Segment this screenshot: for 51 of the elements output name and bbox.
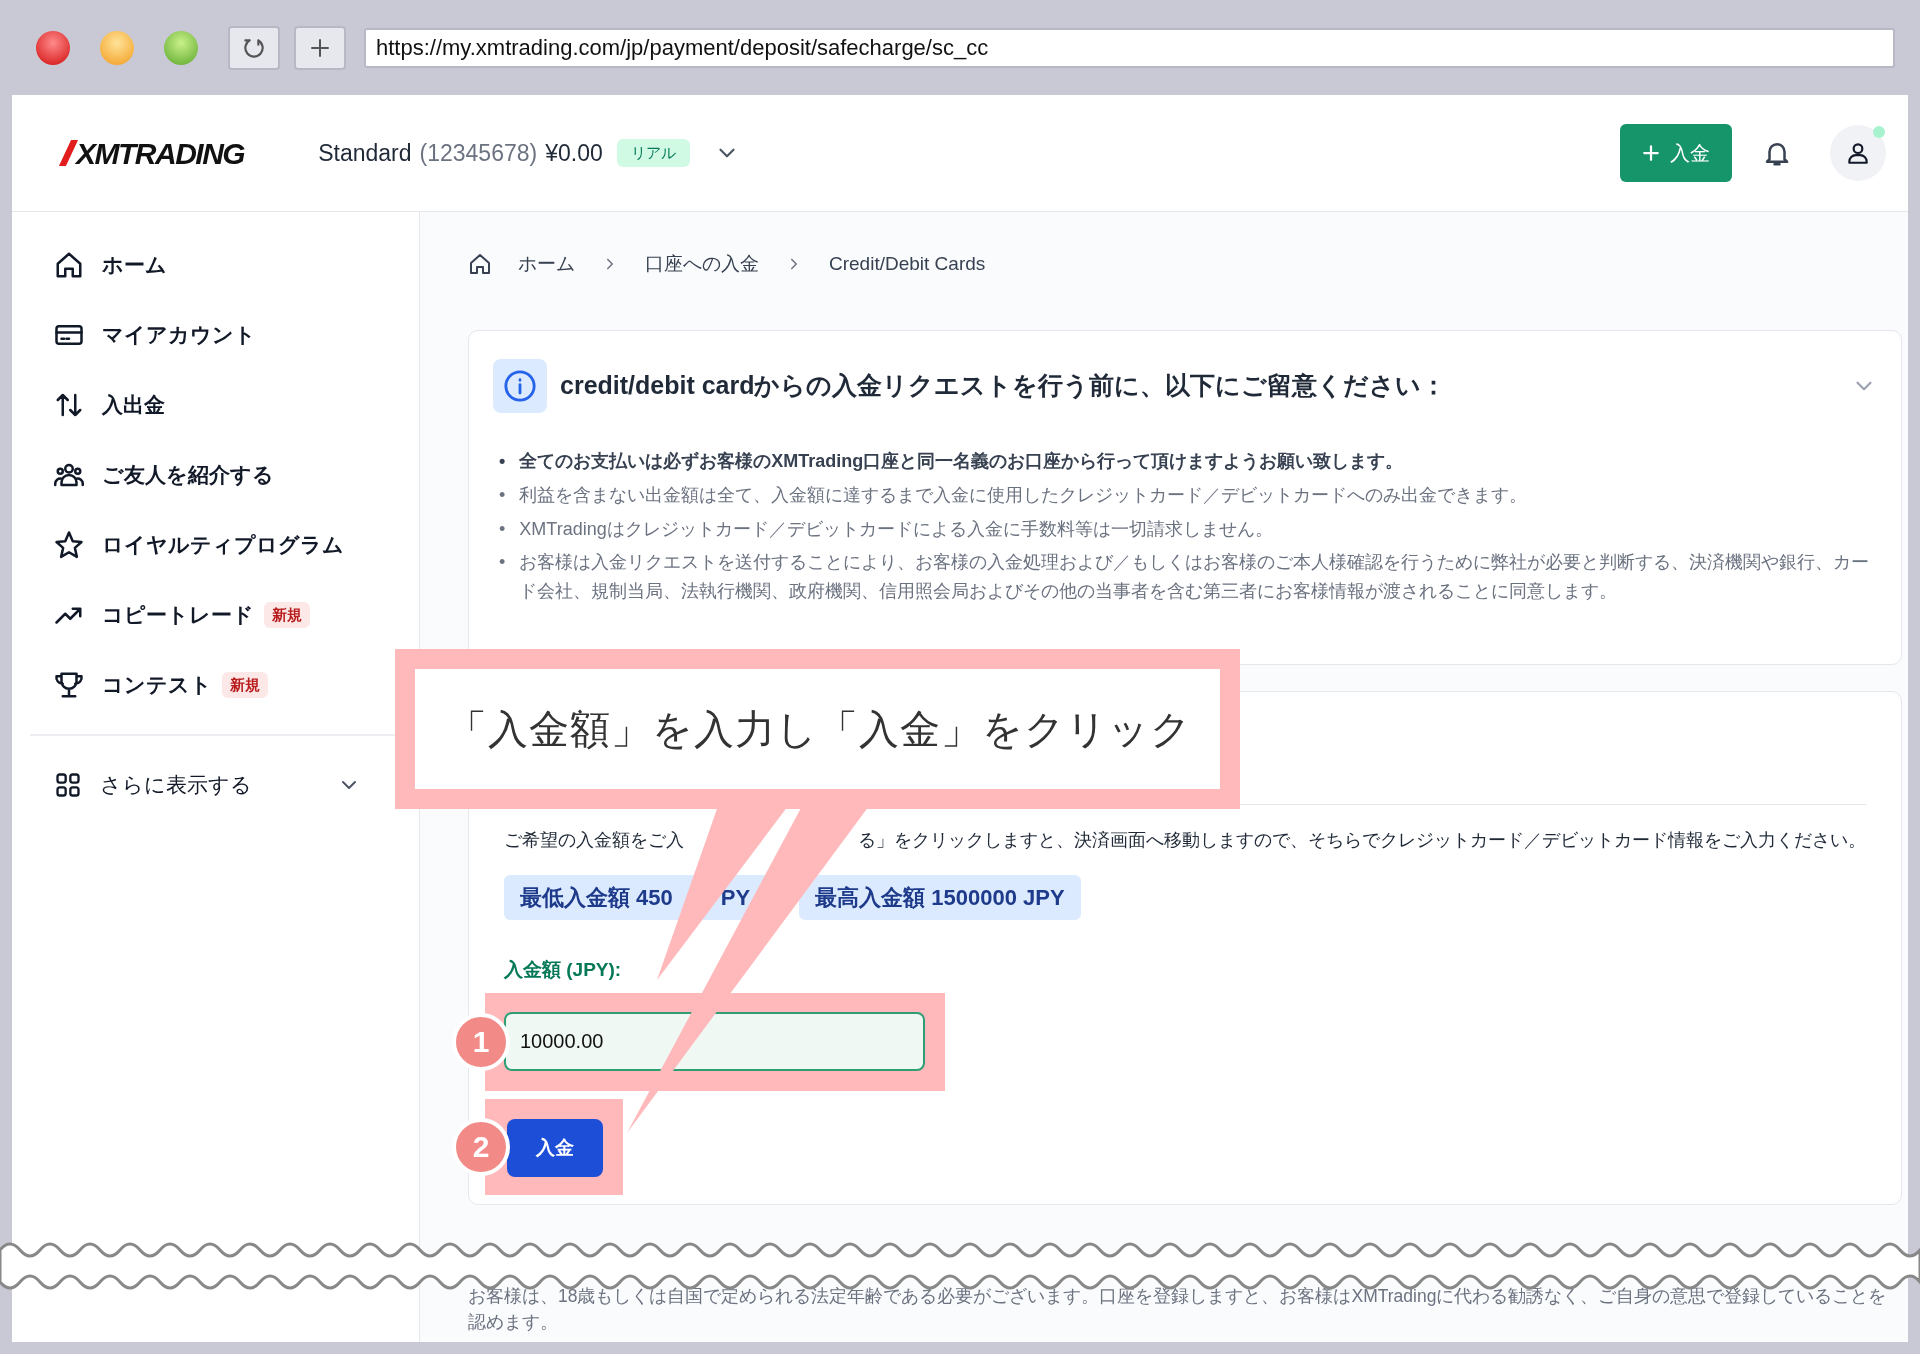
- amount-field[interactable]: 10000.00: [504, 1011, 925, 1071]
- notice-item: 利益を含まない出金額は全て、入金額に達するまで入金に使用したクレジットカード／デビットカードへのみ出金できます。: [519, 483, 1528, 507]
- profile-button[interactable]: [1830, 125, 1886, 181]
- step-number: 2: [452, 1117, 510, 1176]
- address-bar[interactable]: https://my.xmtrading.com/jp/payment/deposit/safecharge/sc_cc: [364, 27, 1895, 68]
- sidebar-item[interactable]: ホーム: [30, 230, 167, 300]
- breadcrumb-link[interactable]: 口座への入金: [645, 249, 759, 279]
- sidebar-item[interactable]: コピートレード 新規: [30, 580, 310, 650]
- user-icon: [1845, 140, 1871, 166]
- new-tab-button[interactable]: [294, 25, 346, 70]
- star-icon: [54, 530, 84, 560]
- deposit-submit-button[interactable]: 入金: [507, 1118, 603, 1177]
- bullet: •: [499, 450, 506, 473]
- intro-text: る」をクリックしますと、決済画面へ移動しますので、そちらでクレジットカード／デビットカード情報をご入力ください。: [858, 829, 1866, 852]
- window-control-icon[interactable]: [36, 30, 70, 65]
- sidebar-item[interactable]: コンテスト 新規: [30, 650, 268, 720]
- notice-title: credit/debit cardからの入金リクエストを行う前に、以下にご留意ください：: [560, 370, 1447, 402]
- logo[interactable]: XMTRADING: [57, 126, 259, 180]
- info-icon: [493, 359, 547, 413]
- sidebar-item[interactable]: ご友人を紹介する: [30, 440, 274, 510]
- notice-item: 全てのお支払いは必ずお客様のXMTrading口座と同一名義のお口座から行って頂けますようお願い致します。: [519, 450, 1404, 473]
- new-badge: 新規: [264, 601, 310, 629]
- trophy-icon: [54, 670, 84, 700]
- breadcrumb-link[interactable]: ホーム: [518, 249, 575, 279]
- step-number: 1: [452, 1012, 510, 1071]
- home-icon: [468, 252, 492, 276]
- account-number: (12345678): [419, 138, 538, 168]
- sidebar-item[interactable]: 入出金: [30, 370, 165, 440]
- account-badge: リアル: [616, 138, 690, 168]
- plus-icon: [1642, 144, 1660, 162]
- bullet: •: [499, 483, 506, 507]
- show-more-item[interactable]: さらに表示する: [30, 750, 375, 820]
- bullet: •: [499, 551, 506, 575]
- grid-icon: [54, 771, 82, 799]
- status-dot: [1873, 126, 1885, 138]
- reload-button[interactable]: [228, 25, 280, 70]
- sidebar-item[interactable]: ロイヤルティプログラム: [30, 510, 344, 580]
- limit-badge: 最高入金額 1500000 JPY: [799, 875, 1081, 921]
- account-balance: ¥0.00: [545, 138, 603, 168]
- sidebar-item[interactable]: マイアカウント: [30, 300, 256, 370]
- account-type: Standard: [318, 138, 412, 168]
- home-icon: [54, 250, 84, 280]
- callout-text: 「入金額」を入力し「入金」をクリック: [447, 706, 1192, 753]
- intro-text: ご希望の入金額をご入: [504, 829, 684, 852]
- bullet: •: [499, 517, 506, 541]
- amount-label: 入金額 (JPY):: [504, 958, 623, 983]
- deposit-button[interactable]: 入金: [1620, 124, 1732, 182]
- new-badge: 新規: [222, 671, 268, 699]
- notice-item: XMTradingはクレジットカード／デビットカードによる入金に手数料等は一切請求しません。: [519, 517, 1273, 541]
- notice-item: お客様は入金リクエストを送付することにより、お客様の入金処理および／もしくはお客様のご本人様確認を行うために弊社が必要と判断する、決済機関や銀行、カード会社、規制当局、法執行機関、政府機関、信用照会局およびその他の当事者を含む第三者にお客様情報が渡されることに同意します。: [519, 551, 1871, 604]
- breadcrumb-current: Credit/Debit Cards: [829, 251, 986, 276]
